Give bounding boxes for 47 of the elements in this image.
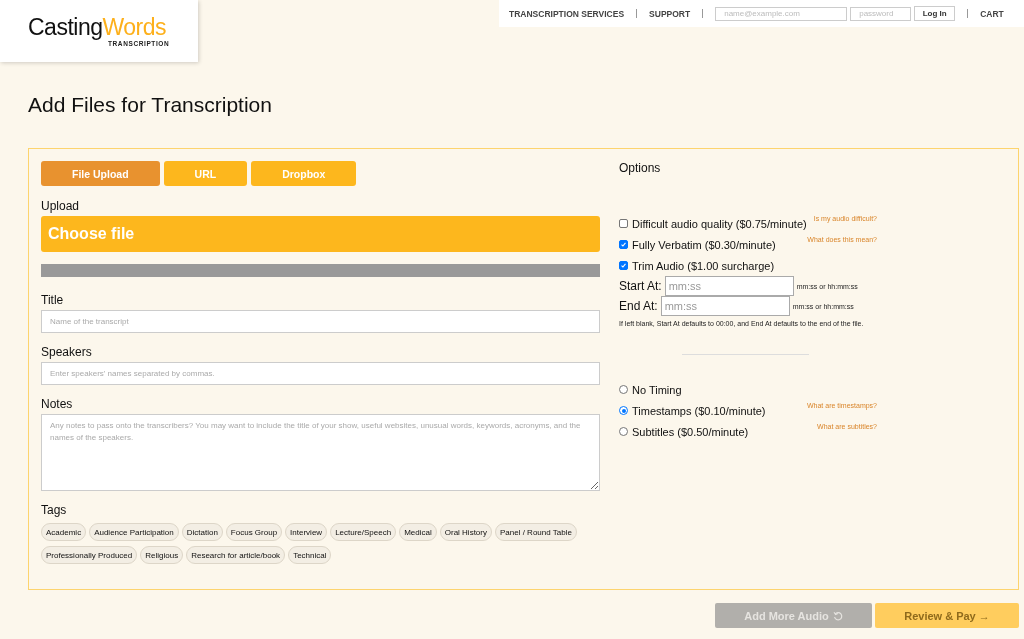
- tag-chip[interactable]: Professionally Produced: [41, 546, 138, 564]
- text-field[interactable]: Name of the transcript: [41, 310, 600, 333]
- tag-chip[interactable]: Panel / Round Table: [495, 523, 577, 541]
- tag-chip[interactable]: Academic: [41, 523, 87, 541]
- tag-chip[interactable]: Interview: [285, 523, 328, 541]
- checkbox[interactable]: [619, 219, 628, 228]
- tag-chip[interactable]: Medical: [399, 523, 437, 541]
- option-label: Subtitles ($0.50/minute): [632, 425, 749, 438]
- nav-link[interactable]: TRANSCRIPTION SERVICES: [509, 8, 625, 19]
- field-label: Speakers: [41, 345, 92, 359]
- field-label: Title: [41, 293, 64, 307]
- tag-chip[interactable]: Oral History: [439, 523, 492, 541]
- checkbox[interactable]: [619, 240, 628, 249]
- checkbox[interactable]: [619, 261, 628, 270]
- tag-chip[interactable]: Research for article/book: [186, 546, 286, 564]
- logo-wordmark: CastingWords: [28, 14, 167, 40]
- tag-chip[interactable]: Religious: [140, 546, 184, 564]
- circular-arrow-icon: [832, 610, 843, 621]
- radio-button[interactable]: [619, 385, 628, 394]
- tag-chip[interactable]: Audience Participation: [89, 523, 179, 541]
- cart-link[interactable]: CART: [980, 8, 1004, 19]
- tag-chip[interactable]: Lecture/Speech: [330, 523, 397, 541]
- tags-label: Tags: [41, 503, 67, 517]
- trim-label: Start At:: [619, 279, 662, 293]
- upload-label: Upload: [41, 199, 80, 213]
- option-label: No Timing: [632, 383, 682, 396]
- tag-chip[interactable]: Technical: [288, 546, 332, 564]
- login-button[interactable]: Log In: [914, 6, 956, 21]
- option-label: Timestamps ($0.10/minute): [632, 404, 766, 417]
- tag-chip[interactable]: Dictation: [181, 523, 223, 541]
- email-field[interactable]: name@example.com: [715, 6, 848, 21]
- option-label: Fully Verbatim ($0.30/minute): [632, 238, 776, 251]
- time-field[interactable]: mm:ss: [664, 276, 794, 296]
- nav-link[interactable]: SUPPORT: [649, 8, 691, 19]
- tag-chip[interactable]: Focus Group: [225, 523, 283, 541]
- time-field[interactable]: mm:ss: [660, 296, 790, 316]
- text-field[interactable]: Enter speakers' names separated by commas.: [41, 362, 600, 385]
- trim-label: End At:: [619, 299, 658, 313]
- options-heading: Options: [619, 161, 661, 175]
- radio-button[interactable]: [619, 406, 628, 415]
- radio-button[interactable]: [619, 427, 628, 436]
- password-field[interactable]: password: [850, 6, 912, 21]
- field-label: Notes: [41, 397, 73, 411]
- page-title: Add Files for Transcription: [28, 93, 272, 117]
- option-label: Trim Audio ($1.00 surcharge): [632, 259, 775, 272]
- notes-textarea[interactable]: Any notes to pass onto the transcribers? You may want to include the title of your show, useful websites, unusual words, keywords, acronyms, and the names of the speakers.: [41, 414, 600, 491]
- option-label: Difficult audio quality ($0.75/minute): [632, 217, 807, 230]
